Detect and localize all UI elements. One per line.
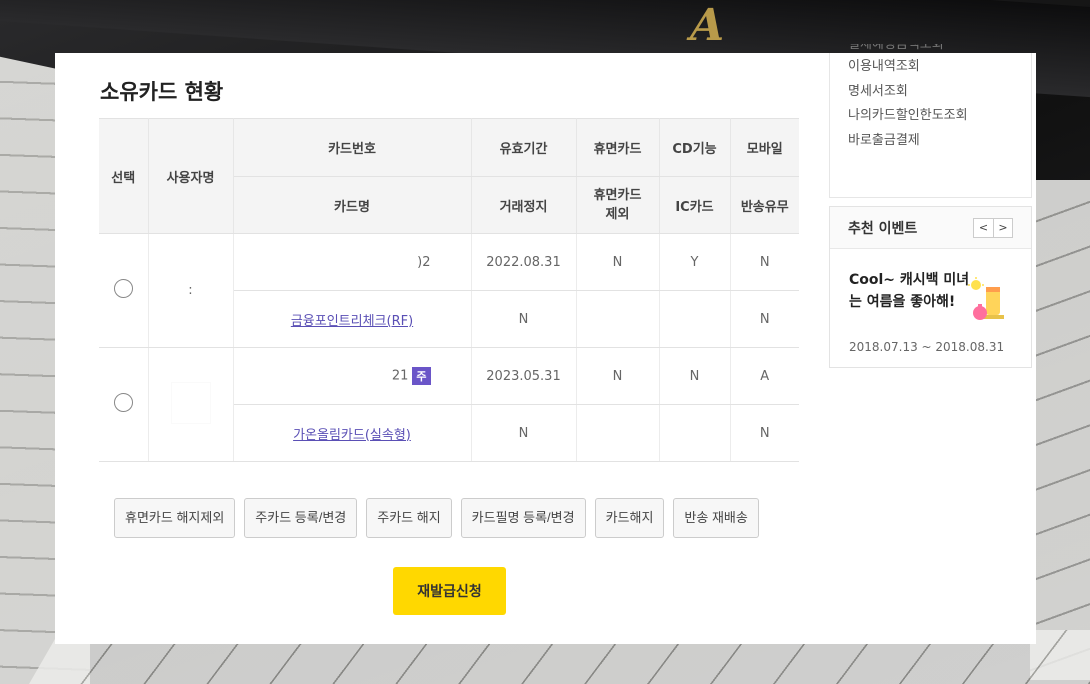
resend-button[interactable]: 반송 재배송 (673, 498, 759, 538)
side-menu-item[interactable]: 나의카드할인한도조회 (848, 104, 1031, 129)
card-name-link[interactable]: 가온올림카드(실속형) (293, 428, 411, 443)
card-number-cell: 21 주 (233, 347, 472, 405)
main-card-badge: 주 (412, 366, 431, 385)
masked-user-name (170, 381, 211, 424)
card-name-cell: 가온올림카드(실속형) (233, 404, 472, 462)
card-terminate-button[interactable]: 카드해지 (594, 498, 665, 538)
returned: N (730, 404, 799, 462)
mobile: A (730, 347, 799, 405)
event-period: 2018.07.13 ~ 2018.08.31 (849, 340, 1005, 354)
side-menu-item[interactable]: 결제예정금액조회 (848, 44, 1031, 55)
suspended: N (471, 290, 577, 348)
select-cell (99, 347, 149, 462)
col-suspended: 거래정지 (471, 176, 577, 234)
col-expiry: 유효기간 (471, 118, 577, 177)
ic (659, 290, 731, 348)
ic (659, 404, 731, 462)
event-title: 추천 이벤트 (848, 220, 918, 237)
masked-card-number (241, 362, 392, 390)
event-text[interactable]: Cool~ 캐시백 미녀는 여름을 좋아해! (849, 269, 979, 313)
card-select-radio[interactable] (113, 279, 133, 298)
col-card-name: 카드명 (233, 176, 472, 234)
col-select: 선택 (99, 118, 149, 234)
card-number: 21 (391, 368, 409, 384)
user-name-cell (148, 347, 234, 462)
main-card-cancel-button[interactable]: 주카드 해지 (366, 498, 452, 538)
dormant: N (576, 233, 660, 291)
col-card-number: 카드번호 (233, 118, 472, 177)
col-user: 사용자명 (148, 118, 234, 234)
main-card-register-button[interactable]: 주카드 등록/변경 (244, 498, 358, 538)
card-name-register-button[interactable]: 카드필명 등록/변경 (460, 498, 586, 538)
recommended-event-box: 추천 이벤트 < > Cool~ 캐시백 미녀는 여름을 좋아해! 2018.0… (829, 206, 1032, 368)
card-select-radio[interactable] (113, 393, 133, 412)
card-number: )2 (233, 233, 472, 291)
event-header: 추천 이벤트 < > (830, 207, 1031, 249)
card-table: 선택 사용자명 카드번호 유효기간 휴면카드 CD기능 모바일 카드명 거래정지… (99, 118, 799, 462)
mobile: N (730, 233, 799, 291)
returned: N (730, 290, 799, 348)
user-name: : (148, 233, 234, 348)
event-pager: < > (973, 217, 1013, 238)
chevron-right-icon[interactable]: > (993, 218, 1012, 237)
page-title: 소유카드 현황 (100, 80, 224, 104)
expiry: 2022.08.31 (471, 233, 577, 291)
dormant-excl (576, 290, 660, 348)
cd: Y (659, 233, 731, 291)
side-menu-item[interactable]: 이용내역조회 (848, 55, 1031, 80)
side-menu-item[interactable]: 바로출금결제 (848, 129, 1031, 154)
col-cd: CD기능 (659, 118, 731, 177)
reissue-button[interactable]: 재발급신청 (393, 567, 506, 615)
col-ic: IC카드 (659, 176, 731, 234)
col-dormant: 휴면카드 (576, 118, 660, 177)
sunscreen-illustration-icon (968, 277, 1004, 320)
chevron-left-icon[interactable]: < (974, 218, 993, 237)
select-cell (99, 233, 149, 348)
cd: N (659, 347, 731, 405)
card-name-link[interactable]: 금융포인트리체크(RF) (291, 314, 413, 329)
suspended: N (471, 404, 577, 462)
dormant: N (576, 347, 660, 405)
dormant-exclude-button[interactable]: 휴면카드 해지제외 (114, 498, 236, 538)
expiry: 2023.05.31 (471, 347, 577, 405)
dormant-excl (576, 404, 660, 462)
table-row: : )2 2022.08.31 N Y N (99, 233, 799, 348)
card-name-cell: 금융포인트리체크(RF) (233, 290, 472, 348)
col-dormant-excl: 휴면카드 제외 (576, 176, 660, 234)
col-mobile: 모바일 (730, 118, 799, 177)
table-row: 21 주 2023.05.31 N N A (99, 347, 799, 462)
action-buttons: 휴면카드 해지제외 주카드 등록/변경 주카드 해지 카드필명 등록/변경 카드… (114, 498, 759, 538)
side-menu-item[interactable]: 명세서조회 (848, 80, 1031, 105)
side-menu: 결제예정금액조회 이용내역조회 명세서조회 나의카드할인한도조회 바로출금결제 (829, 44, 1032, 198)
col-returned: 반송유무 (730, 176, 799, 234)
